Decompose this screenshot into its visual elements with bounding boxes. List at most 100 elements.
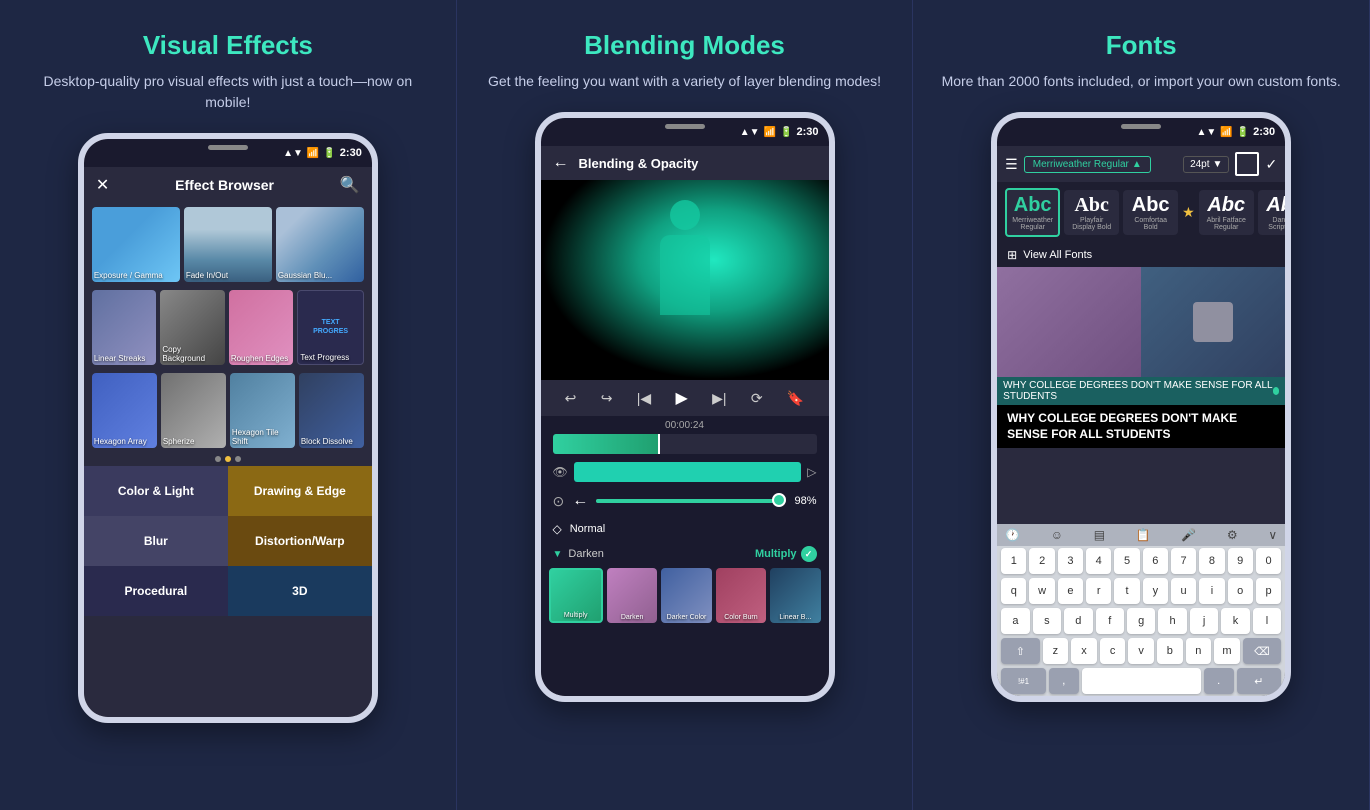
- effect-thumb-exposure[interactable]: Exposure / Gamma: [92, 207, 180, 282]
- effect-thumb-streaks[interactable]: Linear Streaks: [92, 290, 157, 365]
- kb-key-n[interactable]: n: [1186, 638, 1212, 664]
- kb-key-d[interactable]: d: [1064, 608, 1092, 634]
- category-procedural[interactable]: Procedural: [84, 566, 228, 616]
- timeline-track[interactable]: [553, 434, 817, 454]
- kb-key-period[interactable]: .: [1204, 668, 1234, 694]
- bookmark-icon[interactable]: 🔖: [787, 390, 804, 407]
- star-icon[interactable]: ★: [1182, 204, 1195, 221]
- menu-icon[interactable]: ☰: [1005, 156, 1018, 173]
- skip-start-icon[interactable]: |◀: [637, 390, 651, 407]
- kb-key-3[interactable]: 3: [1058, 548, 1083, 574]
- close-icon[interactable]: ✕: [96, 175, 109, 195]
- kb-key-t[interactable]: t: [1114, 578, 1139, 604]
- kb-key-c[interactable]: c: [1100, 638, 1126, 664]
- redo-icon[interactable]: ↪: [601, 390, 613, 407]
- font-check-button[interactable]: ✓: [1265, 156, 1277, 173]
- effect-thumb-text[interactable]: TEXTPROGRES Text Progress: [297, 290, 364, 365]
- font-name-button[interactable]: Merriweather Regular ▲: [1024, 156, 1151, 173]
- kb-key-e[interactable]: e: [1058, 578, 1083, 604]
- kb-key-comma[interactable]: ,: [1049, 668, 1079, 694]
- view-all-fonts-row[interactable]: ⊞ View All Fonts: [997, 243, 1285, 267]
- kb-emoji-icon[interactable]: 🕐: [1005, 528, 1020, 542]
- kb-smiley-icon[interactable]: ☺: [1051, 528, 1063, 542]
- font-option-merriweather[interactable]: Abc Merriweather Regular: [1005, 188, 1060, 237]
- kb-key-y[interactable]: y: [1143, 578, 1168, 604]
- font-option-abril[interactable]: Abc Abril Fatface Regular: [1199, 190, 1254, 235]
- kb-key-5[interactable]: 5: [1114, 548, 1139, 574]
- font-square-button[interactable]: [1235, 152, 1259, 176]
- kb-key-2[interactable]: 2: [1029, 548, 1054, 574]
- kb-key-4[interactable]: 4: [1086, 548, 1111, 574]
- blend-thumb-colorburn[interactable]: Color Burn: [716, 568, 766, 623]
- kb-key-6[interactable]: 6: [1143, 548, 1168, 574]
- blend-thumb-multiply[interactable]: Multiply: [549, 568, 603, 623]
- blend-thumb-darkercolor[interactable]: Darker Color: [661, 568, 711, 623]
- kb-sticker-icon[interactable]: ▤: [1094, 528, 1105, 542]
- kb-key-8[interactable]: 8: [1199, 548, 1224, 574]
- search-icon[interactable]: 🔍: [340, 175, 360, 195]
- kb-key-m[interactable]: m: [1214, 638, 1240, 664]
- effect-thumb-hextile[interactable]: Hexagon Tile Shift: [230, 373, 295, 448]
- kb-key-a[interactable]: a: [1001, 608, 1029, 634]
- kb-key-backspace[interactable]: ⌫: [1243, 638, 1281, 664]
- category-3d[interactable]: 3D: [228, 566, 372, 616]
- opacity-knob[interactable]: [772, 493, 786, 507]
- kb-key-r[interactable]: r: [1086, 578, 1111, 604]
- font-option-comfortaa[interactable]: Abc Comfortaa Bold: [1123, 190, 1178, 235]
- kb-key-0[interactable]: 0: [1256, 548, 1281, 574]
- kb-key-f[interactable]: f: [1096, 608, 1124, 634]
- kb-key-u[interactable]: u: [1171, 578, 1196, 604]
- back-icon-2[interactable]: ←: [572, 492, 588, 510]
- play-button[interactable]: ▶: [675, 388, 687, 408]
- effect-thumb-block[interactable]: Block Dissolve: [299, 373, 364, 448]
- kb-key-1[interactable]: 1: [1001, 548, 1026, 574]
- kb-key-w[interactable]: w: [1029, 578, 1054, 604]
- loop-icon[interactable]: ⟳: [751, 390, 763, 407]
- kb-key-q[interactable]: q: [1001, 578, 1026, 604]
- category-drawing[interactable]: Drawing & Edge: [228, 466, 372, 516]
- kb-key-v[interactable]: v: [1128, 638, 1154, 664]
- kb-key-p[interactable]: p: [1256, 578, 1281, 604]
- kb-key-j[interactable]: j: [1190, 608, 1218, 634]
- back-icon[interactable]: ←: [553, 154, 569, 172]
- effect-thumb-roughen[interactable]: Roughen Edges: [229, 290, 294, 365]
- category-blur[interactable]: Blur: [84, 516, 228, 566]
- eye-icon[interactable]: 👁: [553, 465, 568, 479]
- kb-settings-icon[interactable]: ⚙: [1227, 528, 1238, 542]
- kb-key-l[interactable]: l: [1253, 608, 1281, 634]
- kb-key-i[interactable]: i: [1199, 578, 1224, 604]
- kb-key-9[interactable]: 9: [1228, 548, 1253, 574]
- font-option-dancing[interactable]: Abc Dancing Script Bold: [1258, 190, 1285, 235]
- kb-clipboard-icon[interactable]: 📋: [1136, 528, 1151, 542]
- kb-key-g[interactable]: g: [1127, 608, 1155, 634]
- kb-key-space[interactable]: [1082, 668, 1201, 694]
- expand-icon[interactable]: ▼: [553, 549, 563, 560]
- effect-thumb-fade[interactable]: Fade In/Out: [184, 207, 272, 282]
- kb-key-z[interactable]: z: [1043, 638, 1069, 664]
- kb-key-s[interactable]: s: [1033, 608, 1061, 634]
- kb-expand-icon[interactable]: ∨: [1268, 528, 1277, 542]
- undo-icon[interactable]: ↩: [565, 390, 577, 407]
- blend-thumb-darken[interactable]: Darken: [607, 568, 657, 623]
- kb-key-o[interactable]: o: [1228, 578, 1253, 604]
- category-color-light[interactable]: Color & Light: [84, 466, 228, 516]
- kb-key-shift[interactable]: ⇧: [1001, 638, 1039, 664]
- effect-thumb-gaussian[interactable]: Gaussian Blu...: [276, 207, 364, 282]
- effect-thumb-sphere[interactable]: Spherize: [161, 373, 226, 448]
- kb-key-b[interactable]: b: [1157, 638, 1183, 664]
- effect-thumb-hex[interactable]: Hexagon Array: [92, 373, 157, 448]
- kb-key-h[interactable]: h: [1158, 608, 1186, 634]
- layer-strip[interactable]: [574, 462, 802, 482]
- font-size-button[interactable]: 24pt ▼: [1183, 156, 1229, 173]
- kb-key-k[interactable]: k: [1221, 608, 1249, 634]
- kb-mic-icon[interactable]: 🎤: [1181, 528, 1196, 542]
- category-distortion[interactable]: Distortion/Warp: [228, 516, 372, 566]
- blend-thumb-linearb[interactable]: Linear B...: [770, 568, 820, 623]
- effect-thumb-copy[interactable]: Copy Background: [160, 290, 225, 365]
- opacity-slider[interactable]: [596, 499, 786, 503]
- kb-key-x[interactable]: x: [1071, 638, 1097, 664]
- kb-key-return[interactable]: ↵: [1237, 668, 1282, 694]
- skip-end-icon[interactable]: ▶|: [712, 390, 726, 407]
- kb-key-numbers[interactable]: !#1: [1001, 668, 1046, 694]
- kb-key-7[interactable]: 7: [1171, 548, 1196, 574]
